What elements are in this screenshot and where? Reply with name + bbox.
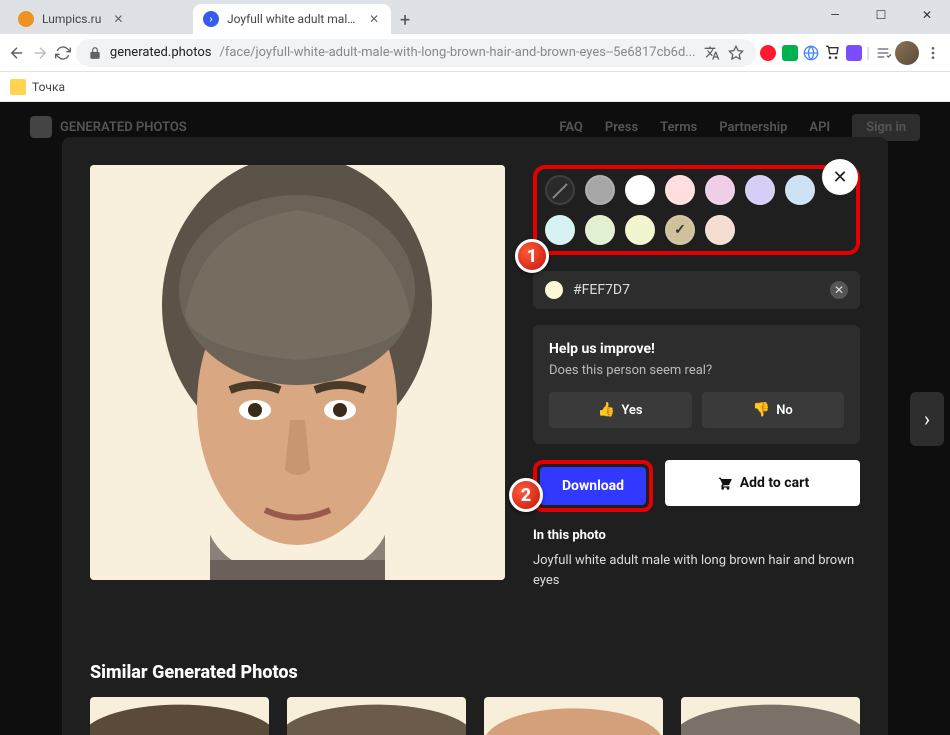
close-tab-icon[interactable]: ✕ — [369, 12, 379, 26]
close-tab-icon[interactable]: ✕ — [113, 12, 123, 26]
hex-value: #FEF7D7 — [573, 282, 630, 298]
download-button[interactable]: Download — [540, 467, 646, 505]
add-to-cart-button[interactable]: Add to cart — [665, 460, 860, 506]
nav-link[interactable]: Press — [605, 120, 638, 135]
color-swatch[interactable] — [625, 215, 655, 245]
feedback-card: Help us improve! Does this person seem r… — [533, 325, 860, 444]
desc-text: Joyfull white adult male with long brown… — [533, 551, 860, 590]
face-illustration — [90, 165, 505, 580]
url-path: /face/joyfull-white-adult-male-with-long… — [219, 45, 695, 60]
ext-purple-icon[interactable] — [845, 40, 862, 66]
clear-color-icon[interactable]: ✕ — [830, 281, 848, 299]
color-swatch[interactable] — [585, 215, 615, 245]
nav-link[interactable]: FAQ — [559, 120, 583, 135]
color-swatch[interactable] — [665, 175, 695, 205]
minimize-icon[interactable]: ― — [812, 0, 858, 30]
color-hex-input[interactable]: #FEF7D7 ✕ — [533, 271, 860, 309]
translate-icon[interactable] — [704, 45, 720, 61]
side-panel: 1 #FEF7D7 ✕ Help us improve! Does this p… — [533, 165, 860, 707]
color-swatch[interactable] — [705, 175, 735, 205]
next-arrow-icon[interactable]: › — [910, 392, 944, 446]
tab-title: Lumpics.ru — [42, 12, 101, 26]
favicon-icon: › — [203, 11, 219, 27]
tab-title: Joyfull white adult male with long — [227, 12, 357, 26]
color-swatch[interactable] — [665, 215, 695, 245]
ext-music-icon[interactable] — [781, 40, 798, 66]
similar-thumb[interactable] — [287, 697, 466, 735]
similar-thumb[interactable] — [681, 697, 860, 735]
forward-icon[interactable] — [31, 39, 50, 67]
bookmarks-bar: Точка — [0, 72, 950, 102]
color-swatch[interactable] — [545, 215, 575, 245]
url-domain: generated.photos — [110, 45, 212, 60]
browser-tab-active[interactable]: › Joyfull white adult male with long ✕ — [193, 4, 391, 34]
color-swatch[interactable] — [705, 215, 735, 245]
reading-list-icon[interactable] — [874, 40, 891, 66]
nav-link[interactable]: API — [809, 120, 830, 135]
brand-text: GENERATED PHOTOS — [60, 120, 187, 135]
annotation-callout-2: 2 — [509, 478, 543, 512]
color-swatch[interactable] — [545, 175, 575, 205]
nav-link[interactable]: Terms — [660, 120, 697, 135]
cart-icon — [716, 475, 732, 491]
feedback-title: Help us improve! — [549, 341, 844, 357]
bookmark-folder-icon — [10, 79, 26, 95]
window-titlebar: Lumpics.ru ✕ › Joyfull white adult male … — [0, 0, 950, 34]
photo-description: In this photo Joyfull white adult male w… — [533, 528, 860, 590]
lock-icon — [88, 46, 102, 60]
favicon-icon — [18, 11, 34, 27]
no-button[interactable]: 👎No — [702, 392, 845, 428]
nav-link[interactable]: Partnership — [719, 120, 787, 135]
color-swatch[interactable] — [785, 175, 815, 205]
thumbs-up-icon: 👍 — [598, 402, 615, 418]
new-tab-button[interactable]: + — [391, 6, 419, 34]
maximize-icon[interactable]: ☐ — [858, 0, 904, 30]
page-content: GENERATED PHOTOS FAQ Press Terms Partner… — [0, 102, 950, 735]
annotation-callout-1: 1 — [515, 239, 549, 273]
bookmark-item[interactable]: Точка — [32, 80, 65, 94]
close-window-icon[interactable]: ✕ — [904, 0, 950, 30]
menu-icon[interactable] — [923, 39, 942, 67]
action-row: Download Add to cart 2 — [533, 460, 860, 512]
feedback-question: Does this person seem real? — [549, 363, 844, 378]
reload-icon[interactable] — [53, 39, 72, 67]
close-modal-icon[interactable]: ✕ — [822, 159, 858, 195]
star-icon[interactable] — [728, 45, 744, 61]
ext-opera-icon[interactable] — [760, 40, 777, 66]
color-swatch[interactable] — [585, 175, 615, 205]
yes-button[interactable]: 👍Yes — [549, 392, 692, 428]
profile-avatar[interactable] — [895, 40, 919, 66]
desc-heading: In this photo — [533, 528, 860, 543]
address-bar: generated.photos /face/joyfull-white-adu… — [0, 34, 950, 72]
similar-thumb[interactable] — [90, 697, 269, 735]
color-preview-icon — [545, 281, 563, 299]
similar-heading: Similar Generated Photos — [90, 662, 860, 683]
background-palette: 1 — [533, 165, 860, 255]
similar-thumb[interactable] — [484, 697, 663, 735]
url-input[interactable]: generated.photos /face/joyfull-white-adu… — [76, 39, 756, 67]
thumbs-down-icon: 👎 — [753, 402, 770, 418]
color-swatch[interactable] — [625, 175, 655, 205]
similar-section: Similar Generated Photos — [90, 662, 860, 735]
back-icon[interactable] — [8, 39, 27, 67]
browser-tab[interactable]: Lumpics.ru ✕ — [8, 4, 193, 34]
ext-cart-icon[interactable] — [824, 40, 841, 66]
photo-modal: ✕ — [62, 137, 888, 735]
ext-globe-icon[interactable] — [802, 40, 819, 66]
color-swatch[interactable] — [745, 175, 775, 205]
generated-photo — [90, 165, 505, 580]
